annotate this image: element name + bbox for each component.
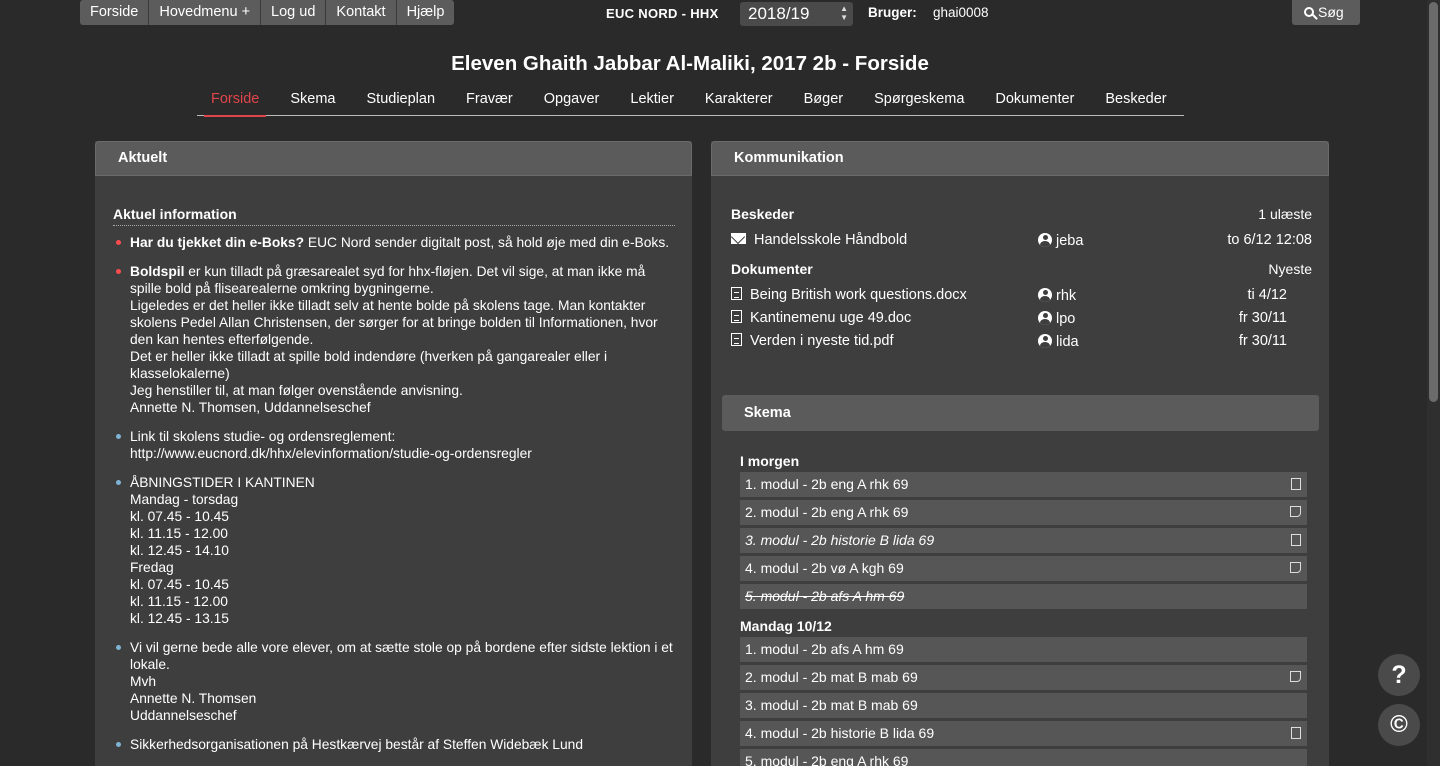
document-title: Verden i nyeste tid.pdf <box>750 333 894 349</box>
kommunikation-header: Kommunikation <box>711 141 1329 176</box>
nav-logud[interactable]: Log ud <box>261 0 327 25</box>
user-icon <box>1038 333 1052 348</box>
tab-dokumenter[interactable]: Dokumenter <box>995 88 1074 115</box>
lesson-row[interactable]: 5. modul - 2b afs A hm 69 <box>740 584 1307 609</box>
aktuelt-panel: Aktuelt Aktuel information Har du tjekke… <box>95 141 692 766</box>
page-title: Eleven Ghaith Jabbar Al-Maliki, 2017 2b … <box>451 52 929 75</box>
message-date: to 6/12 12:08 <box>1227 231 1312 248</box>
tab-opgaver[interactable]: Opgaver <box>544 88 600 115</box>
document-icon <box>731 287 742 300</box>
nav-hovedmenu[interactable]: Hovedmenu + <box>149 0 262 25</box>
lesson-row[interactable]: 3. modul - 2b historie B lida 69 <box>740 528 1307 553</box>
tab-studieplan[interactable]: Studieplan <box>367 88 436 115</box>
lesson-row[interactable]: 2. modul - 2b eng A rhk 69 <box>740 500 1307 525</box>
document-title: Kantinemenu uge 49.doc <box>750 310 912 326</box>
lesson-row[interactable]: 1. modul - 2b eng A rhk 69 <box>740 472 1307 497</box>
tab-bar: Forside Skema Studieplan Fravær Opgaver … <box>197 88 1184 117</box>
search-button[interactable]: Søg <box>1292 0 1360 25</box>
nav-forside[interactable]: Forside <box>80 0 150 25</box>
aktuelt-header: Aktuelt <box>95 141 692 176</box>
tab-lektier[interactable]: Lektier <box>630 88 674 115</box>
lesson-row[interactable]: 2. modul - 2b mat B mab 69 <box>740 665 1307 690</box>
tab-skema[interactable]: Skema <box>290 88 335 115</box>
skema-header: Skema <box>722 395 1319 431</box>
envelope-icon <box>731 232 746 244</box>
document-row[interactable]: Being British work questions.docx rhk ti… <box>731 283 1312 306</box>
document-row[interactable]: Verden i nyeste tid.pdf lida fr 30/11 <box>731 329 1312 352</box>
tab-fravaer[interactable]: Fravær <box>466 88 513 115</box>
dokumenter-heading: Dokumenter Nyeste <box>731 261 1312 277</box>
document-date: fr 30/11 <box>1238 332 1287 349</box>
sort-label[interactable]: Nyeste <box>1268 261 1312 277</box>
nav-hjaelp[interactable]: Hjælp <box>396 0 455 25</box>
document-owner: rhk <box>1056 287 1077 304</box>
copyright-button[interactable]: © <box>1378 704 1420 746</box>
user-value: ghai0008 <box>933 5 989 20</box>
news-item: Sikkerhedsorganisationen på Hestkærvej b… <box>113 736 675 753</box>
lesson-row[interactable]: 4. modul - 2b vø A kgh 69 <box>740 556 1307 581</box>
document-icon <box>731 333 742 346</box>
aktuel-information-heading: Aktuel information <box>113 206 675 226</box>
message-row[interactable]: Handelsskole Håndbold jeba to 6/12 12:08 <box>731 228 1312 251</box>
document-icon <box>731 310 742 323</box>
news-list: Har du tjekket din e-Boks? EUC Nord send… <box>113 234 675 753</box>
news-item: Boldspil er kun tilladt på græsarealet s… <box>113 263 675 416</box>
document-icon <box>1291 534 1301 546</box>
search-label: Søg <box>1318 4 1344 20</box>
day-label: I morgen <box>740 453 800 469</box>
document-title: Being British work questions.docx <box>750 287 967 303</box>
document-owner: lida <box>1056 333 1079 350</box>
document-date: ti 4/12 <box>1247 286 1288 303</box>
news-item: Vi vil gerne bede alle vore elever, om a… <box>113 639 675 724</box>
tab-karakterer[interactable]: Karakterer <box>705 88 773 115</box>
year-select[interactable]: 2018/19 ▲ ▼ <box>740 2 853 26</box>
scrollbar-thumb[interactable] <box>1429 2 1438 402</box>
message-sender: jeba <box>1056 232 1084 249</box>
user-label: Bruger: <box>868 5 917 20</box>
document-row[interactable]: Kantinemenu uge 49.doc lpo fr 30/11 <box>731 306 1312 329</box>
user-icon <box>1038 287 1052 302</box>
document-icon <box>1291 727 1301 739</box>
year-select-value: 2018/19 <box>748 4 810 23</box>
skema-panel: Skema I morgen 1. modul - 2b eng A rhk 6… <box>722 395 1319 766</box>
document-icon <box>1291 478 1301 490</box>
lesson-row[interactable]: 5. modul - 2b eng A rhk 69 <box>740 749 1307 766</box>
note-icon <box>1290 506 1301 517</box>
help-button[interactable]: ? <box>1378 654 1420 696</box>
beskeder-heading: Beskeder 1 ulæste <box>731 206 1312 222</box>
beskeder-label: Beskeder <box>731 206 795 222</box>
document-owner: lpo <box>1056 310 1076 327</box>
updown-icon: ▲ ▼ <box>840 4 848 22</box>
nav-kontakt[interactable]: Kontakt <box>326 0 397 25</box>
unread-count: 1 ulæste <box>1258 206 1312 222</box>
note-icon <box>1290 671 1301 682</box>
tab-forside[interactable]: Forside <box>203 88 267 117</box>
lesson-row[interactable]: 4. modul - 2b historie B lida 69 <box>740 721 1307 746</box>
search-icon <box>1304 7 1314 17</box>
day-label: Mandag 10/12 <box>740 618 832 634</box>
dokumenter-label: Dokumenter <box>731 261 813 277</box>
lesson-row[interactable]: 3. modul - 2b mat B mab 69 <box>740 693 1307 718</box>
news-item: Link til skolens studie- og ordensreglem… <box>113 428 675 462</box>
user-icon <box>1038 232 1052 247</box>
news-item: ÅBNINGSTIDER I KANTINEN Mandag - torsdag… <box>113 474 675 627</box>
document-date: fr 30/11 <box>1238 309 1287 326</box>
scrollbar[interactable] <box>1427 0 1440 766</box>
lesson-row[interactable]: 1. modul - 2b afs A hm 69 <box>740 637 1307 662</box>
user-icon <box>1038 310 1052 325</box>
news-item: Har du tjekket din e-Boks? EUC Nord send… <box>113 234 675 251</box>
school-name: EUC NORD - HHX <box>606 6 719 21</box>
top-nav: Forside Hovedmenu + Log ud Kontakt Hjælp <box>80 0 455 25</box>
message-title: Handelsskole Håndbold <box>754 231 908 248</box>
note-icon <box>1290 562 1301 573</box>
tab-spoergeskema[interactable]: Spørgeskema <box>874 88 964 115</box>
tab-boeger[interactable]: Bøger <box>804 88 844 115</box>
tab-beskeder[interactable]: Beskeder <box>1105 88 1166 115</box>
